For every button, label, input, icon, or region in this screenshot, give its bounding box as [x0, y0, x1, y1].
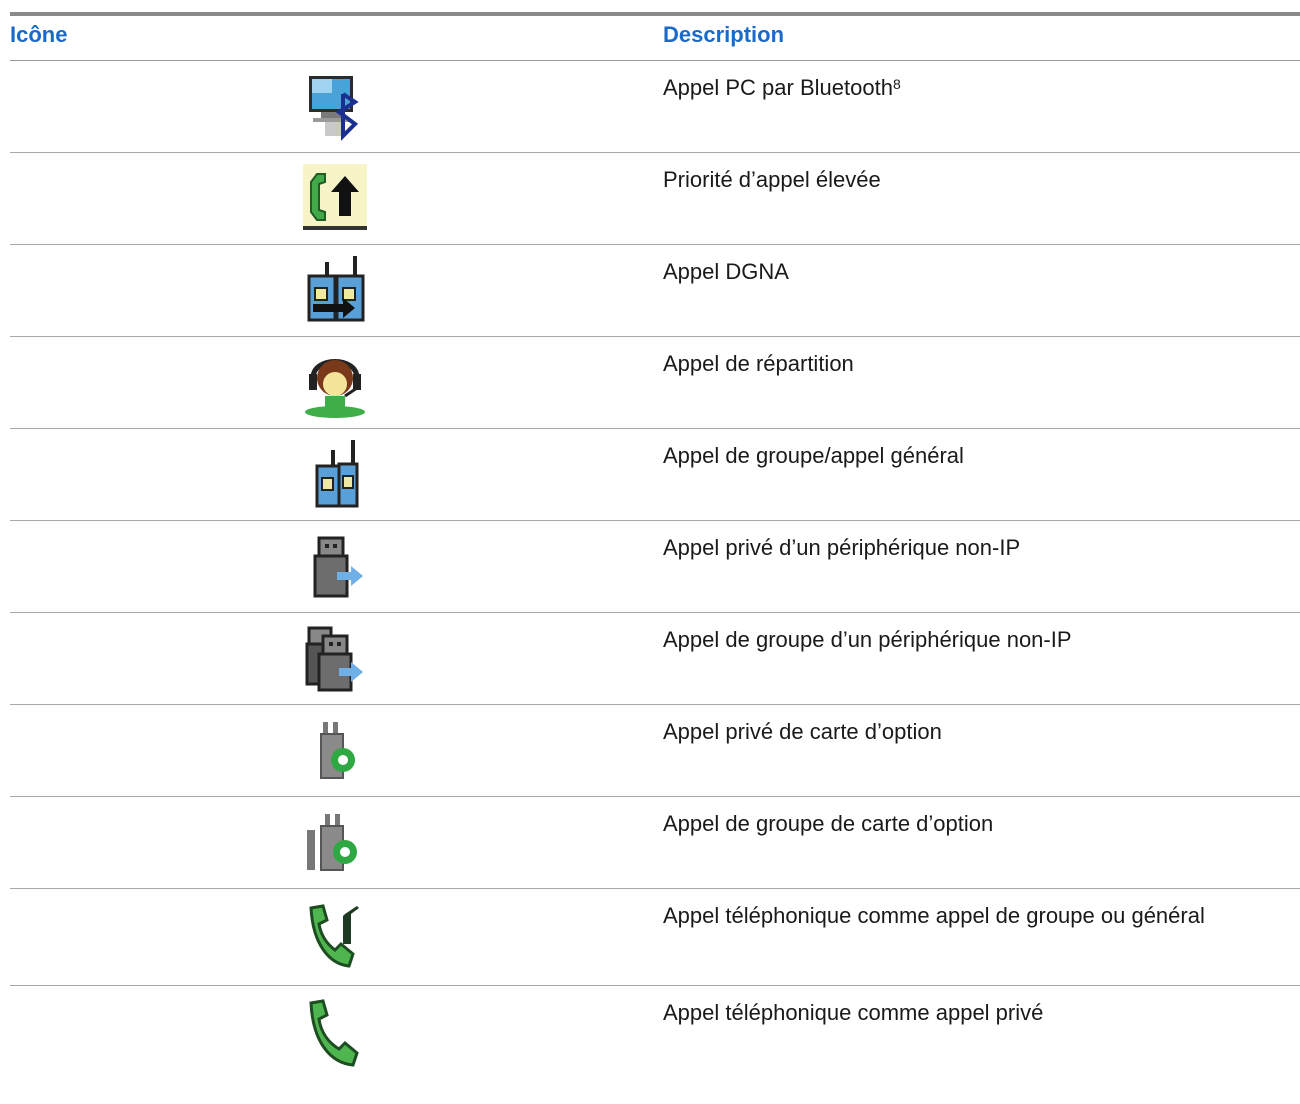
footnote-marker: 8 — [892, 76, 901, 92]
table-row: Appel de groupe d’un périphérique non-IP — [10, 612, 1300, 705]
phone-group-call-icon — [303, 900, 367, 970]
icon-table-page: Icône Description Appel PC par Bluetooth… — [10, 12, 1300, 1078]
row-description: Priorité d’appel élevée — [663, 167, 881, 192]
table-row: Appel PC par Bluetooth8 — [10, 60, 1300, 153]
table-row: Appel privé d’un périphérique non-IP — [10, 520, 1300, 613]
row-description: Appel PC par Bluetooth — [663, 75, 893, 100]
table-row: Appel de groupe de carte d’option — [10, 796, 1300, 889]
dgna-call-icon — [303, 256, 367, 326]
dispatch-call-icon — [303, 348, 367, 418]
option-board-group-call-icon — [303, 808, 367, 878]
non-ip-group-call-icon — [303, 624, 367, 694]
group-call-icon — [303, 440, 367, 510]
row-description: Appel de groupe de carte d’option — [663, 811, 994, 836]
row-description: Appel privé d’un périphérique non-IP — [663, 535, 1021, 560]
table-header-row: Icône Description — [10, 12, 1300, 61]
table-row: Priorité d’appel élevée — [10, 152, 1300, 245]
option-board-private-call-icon — [303, 716, 367, 786]
table-row: Appel de groupe/appel général — [10, 428, 1300, 521]
phone-private-call-icon — [303, 997, 367, 1067]
row-description: Appel de groupe/appel général — [663, 443, 964, 468]
table-row: Appel de répartition — [10, 336, 1300, 429]
table-row: Appel privé de carte d’option — [10, 704, 1300, 797]
row-description: Appel téléphonique comme appel privé — [663, 1000, 1044, 1025]
row-description: Appel DGNA — [663, 259, 789, 284]
bluetooth-pc-call-icon — [303, 72, 367, 142]
table-row: Appel téléphonique comme appel de groupe… — [10, 888, 1300, 986]
table-row: Appel DGNA — [10, 244, 1300, 337]
row-description: Appel privé de carte d’option — [663, 719, 942, 744]
icon-description-table: Icône Description Appel PC par Bluetooth… — [10, 12, 1300, 1078]
table-row: Appel téléphonique comme appel privé — [10, 986, 1300, 1078]
high-priority-call-icon — [303, 164, 367, 234]
row-description: Appel de groupe d’un périphérique non-IP — [663, 627, 1072, 652]
row-description: Appel téléphonique comme appel de groupe… — [663, 903, 1205, 928]
column-header-description: Description — [660, 12, 1300, 61]
non-ip-private-call-icon — [303, 532, 367, 602]
column-header-icon: Icône — [10, 12, 660, 61]
row-description: Appel de répartition — [663, 351, 854, 376]
